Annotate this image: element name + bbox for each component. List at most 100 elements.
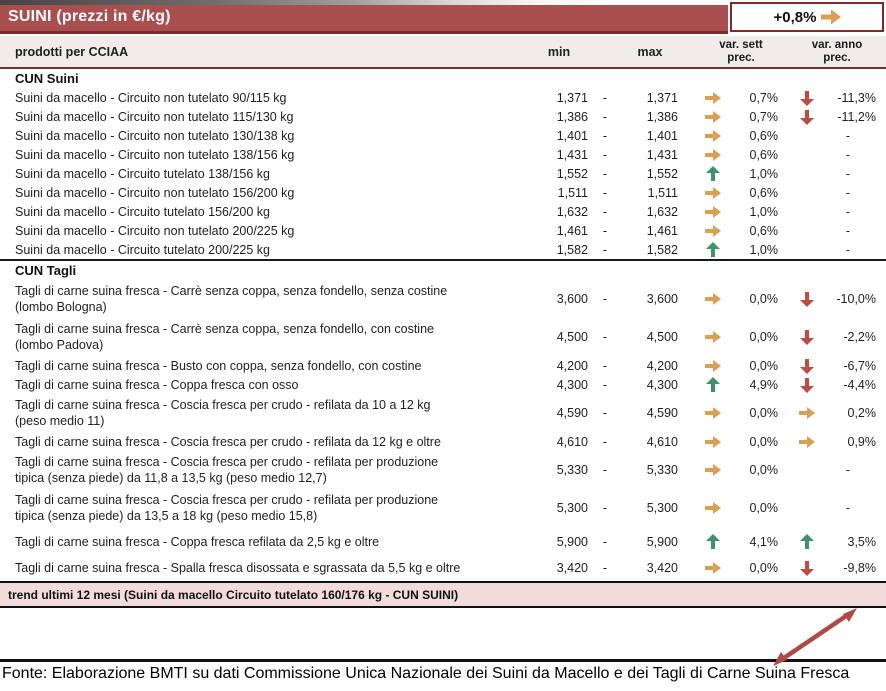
table-row: Tagli di carne suina fresca - Coscia fre…: [0, 394, 886, 432]
var-anno-cell: -10,0%: [798, 291, 876, 307]
product-name: Tagli di carne suina fresca - Coscia fre…: [15, 434, 441, 449]
min-value: 4,610: [556, 434, 588, 449]
var-anno-cell: -: [798, 223, 876, 239]
var-sett-cell: 0,0%: [704, 560, 778, 576]
product-name: Suini da macello - Circuito non tutelato…: [15, 147, 295, 162]
var-anno-value: -11,2%: [837, 109, 876, 124]
trend-arrow-icon: [704, 128, 722, 144]
column-max: max: [637, 44, 663, 59]
trend-arrow-icon: [798, 462, 816, 478]
table-row: Tagli di carne suina fresca - Coscia fre…: [0, 489, 886, 527]
range-separator: -: [602, 560, 608, 575]
table-row: Suini da macello - Circuito non tutelato…: [0, 88, 886, 107]
max-value: 1,511: [647, 185, 678, 200]
trend-arrow-icon: [704, 185, 722, 201]
var-anno-cell: -: [798, 204, 876, 220]
min-value: 1,461: [556, 223, 588, 238]
min-value: 1,552: [556, 166, 588, 181]
section-cun-suini: CUN Suini Suini da macello - Circuito no…: [0, 69, 886, 261]
max-value: 4,300: [646, 377, 678, 392]
var-sett-cell: 4,9%: [704, 376, 778, 393]
trend-arrow-icon: [704, 223, 722, 239]
var-anno-cell: -11,2%: [798, 109, 876, 125]
range-separator: -: [602, 90, 608, 105]
trend-arrow-icon: [798, 109, 816, 125]
product-name: Suini da macello - Circuito non tutelato…: [15, 109, 294, 124]
range-separator: -: [602, 358, 608, 373]
column-var-sett-line1: var. sett: [719, 38, 763, 51]
var-anno-cell: -: [798, 166, 876, 182]
max-value: 1,582: [646, 242, 678, 257]
trend-arrow-icon: [798, 90, 816, 106]
min-value: 1,632: [556, 204, 588, 219]
product-name: Suini da macello - Circuito non tutelato…: [15, 128, 295, 143]
trend-arrow-icon: [798, 242, 816, 258]
var-anno-cell: -4,4%: [798, 377, 876, 393]
var-anno-cell: 0,2%: [798, 405, 876, 421]
section-header: CUN Tagli: [15, 263, 77, 278]
var-anno-value: -: [845, 166, 850, 181]
var-anno-value: 0,9%: [847, 434, 877, 449]
trend-arrow-icon: [798, 185, 816, 201]
range-separator: -: [602, 147, 608, 162]
max-value: 1,461: [646, 223, 678, 238]
var-sett-value: 1,0%: [749, 242, 779, 257]
var-anno-cell: -: [798, 500, 876, 516]
range-separator: -: [602, 330, 608, 344]
table-row: Tagli di carne suina fresca - Coscia fre…: [0, 451, 886, 489]
table-row: Tagli di carne suina fresca - Spalla fre…: [0, 558, 886, 577]
var-anno-value: -2,2%: [843, 330, 876, 344]
min-value: 4,300: [556, 377, 588, 392]
product-name: Tagli di carne suina fresca - Spalla fre…: [15, 560, 461, 575]
min-value: 3,420: [556, 560, 588, 575]
var-anno-value: -6,7%: [843, 358, 876, 373]
var-sett-value: 0,6%: [749, 185, 779, 200]
product-name: Suini da macello - Circuito tutelato 138…: [15, 166, 271, 181]
var-anno-value: -: [845, 463, 850, 477]
trend-arrow-icon: [798, 128, 816, 144]
range-separator: -: [602, 377, 608, 392]
max-value: 5,300: [646, 501, 678, 515]
var-anno-cell: -: [798, 185, 876, 201]
trend-arrow-icon: [704, 358, 722, 374]
range-separator: -: [602, 223, 608, 238]
var-anno-value: 0,2%: [847, 406, 877, 420]
max-value: 1,401: [646, 128, 678, 143]
product-name: Suini da macello - Circuito tutelato 156…: [15, 204, 271, 219]
min-value: 1,401: [556, 128, 588, 143]
var-anno-value: -: [845, 223, 850, 238]
trend-arrow-icon: [704, 533, 722, 550]
var-sett-value: 0,6%: [749, 147, 779, 162]
weekly-change-badge: +0,8%: [730, 2, 884, 32]
product-name: Tagli di carne suina fresca - Coscia fre…: [15, 398, 431, 428]
var-sett-value: 1,0%: [749, 204, 779, 219]
trend-arrow-icon: [798, 329, 816, 345]
var-sett-value: 1,0%: [749, 166, 779, 181]
trend-arrow-icon: [704, 560, 722, 576]
var-sett-value: 0,0%: [749, 330, 779, 344]
trend-arrow-icon: [798, 434, 816, 450]
trend-arrow-icon: [798, 377, 816, 393]
var-anno-value: -: [845, 501, 850, 515]
var-sett-cell: 0,0%: [704, 405, 778, 421]
var-sett-cell: 0,0%: [704, 291, 778, 307]
trend-arrow-icon: [798, 500, 816, 516]
range-separator: -: [602, 434, 608, 449]
table-row: Suini da macello - Circuito non tutelato…: [0, 126, 886, 145]
max-value: 1,632: [646, 204, 678, 219]
table-row: Suini da macello - Circuito non tutelato…: [0, 107, 886, 126]
trend-arrow-icon: [798, 204, 816, 220]
table-row: Tagli di carne suina fresca - Busto con …: [0, 356, 886, 375]
var-sett-value: 0,7%: [749, 90, 779, 105]
range-separator: -: [602, 501, 608, 515]
var-sett-value: 0,0%: [749, 292, 779, 306]
column-var-sett-line2: prec.: [727, 51, 755, 64]
var-sett-value: 0,6%: [749, 223, 779, 238]
range-separator: -: [602, 109, 608, 124]
var-anno-cell: -2,2%: [798, 329, 876, 345]
product-name: Suini da macello - Circuito tutelato 200…: [15, 242, 271, 257]
var-sett-value: 0,0%: [749, 434, 779, 449]
table-row: Suini da macello - Circuito tutelato 156…: [0, 202, 886, 221]
trend-arrow-icon: [798, 147, 816, 163]
trend-arrow-icon: [704, 147, 722, 163]
